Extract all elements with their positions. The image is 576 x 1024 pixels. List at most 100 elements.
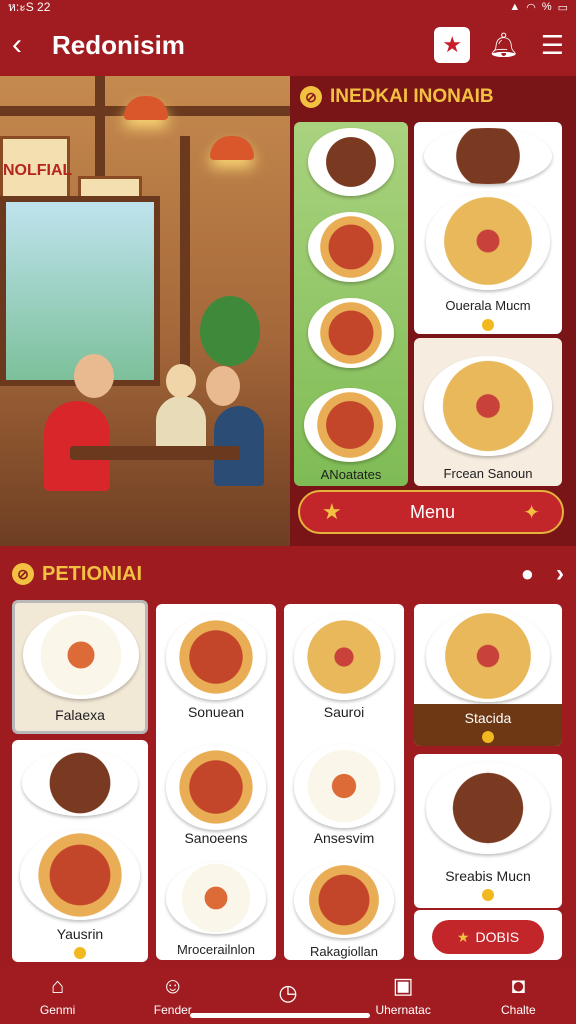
- dish-label-bar: Stacida: [414, 704, 562, 746]
- menu-preview-title: INEDKAI INONAIB: [330, 86, 494, 107]
- food-image: [426, 762, 550, 854]
- menu-button[interactable]: ☰: [541, 30, 564, 61]
- back-button[interactable]: ‹: [12, 28, 48, 62]
- hanging-lamp-icon: [124, 96, 168, 120]
- dish-label: Sauroi: [323, 704, 365, 720]
- food-image: [294, 744, 394, 828]
- menu-preview-panel: ⊘ INEDKAI INONAIB ANoatates Ouerala Mucm…: [290, 76, 576, 546]
- diner-woman-hijab-head: [166, 364, 196, 398]
- food-image: [166, 614, 266, 700]
- plant: [200, 296, 260, 366]
- profile-icon: ☺: [161, 973, 185, 998]
- battery-icon: ▭: [557, 1, 568, 14]
- message-icon: ▣: [392, 973, 414, 998]
- menu-card[interactable]: Frcean Sanoun: [414, 338, 562, 486]
- notification-button[interactable]: 🔔︎: [488, 31, 518, 60]
- hero-section: NOLFIAL ADRIAN ⊘ INEDKAI INONAIB ANoatat…: [0, 76, 576, 546]
- menu-card-label: Ouerala Mucm: [445, 298, 531, 313]
- section-title: PETIONIAI: [42, 562, 143, 585]
- dining-table: [70, 446, 240, 460]
- rating-coin-icon: [12, 944, 148, 960]
- star-icon: ★: [456, 928, 470, 945]
- bag-icon: ◘: [511, 973, 525, 998]
- dish-label: Rakagiollan: [310, 944, 378, 959]
- signal-icon: ▲: [509, 1, 521, 13]
- hamburger-icon: ☰: [540, 29, 564, 60]
- nav-home[interactable]: ⌂ Genmi: [8, 973, 108, 1017]
- status-icons: ▲ ◠ % ▭: [509, 1, 568, 14]
- dish-label: Sonuean: [187, 704, 245, 720]
- profile-button[interactable]: ●: [521, 561, 534, 587]
- home-indicator[interactable]: [190, 1013, 370, 1018]
- food-image: [308, 298, 394, 368]
- food-image: [304, 388, 396, 462]
- diner-woman-head: [206, 366, 240, 406]
- rating-coin-icon: [414, 886, 562, 902]
- rating-coin-icon: [414, 728, 562, 744]
- section-header: ⊘ PETIONIAI ● ›: [12, 558, 564, 590]
- menu-button[interactable]: ★ Menu ✦: [298, 490, 564, 534]
- user-icon: ●: [520, 561, 534, 586]
- dish-card[interactable]: Sreabis Mucn: [414, 754, 562, 908]
- favorite-button[interactable]: ★: [434, 27, 471, 63]
- dish-label: Ansesvim: [313, 830, 375, 846]
- dish-grid: Falaexa Yausrin Sonuean Sanoeens Mrocera…: [0, 598, 576, 964]
- food-image: [166, 862, 266, 934]
- food-image: [166, 744, 266, 830]
- menu-card-label: Frcean Sanoun: [443, 466, 533, 481]
- food-image: [424, 128, 552, 184]
- nav-history[interactable]: ◷: [238, 980, 338, 1010]
- food-image: [426, 192, 550, 290]
- food-image: [294, 614, 394, 700]
- food-image: [22, 750, 138, 816]
- wifi-icon: ◠: [526, 1, 536, 14]
- nav-bag[interactable]: ◘ Chalte: [468, 973, 568, 1017]
- star-icon: ★: [322, 499, 342, 524]
- clock-icon: ◷: [278, 980, 298, 1005]
- nav-label: Chalte: [501, 1003, 536, 1017]
- food-image: [424, 356, 552, 456]
- dish-label: Yausrin: [56, 926, 104, 942]
- menu-preview-heading: ⊘ INEDKAI INONAIB: [300, 86, 494, 108]
- dish-card[interactable]: Sonuean Sanoeens Mrocerailnlon: [156, 604, 276, 960]
- nav-profile[interactable]: ☺ Fender: [123, 973, 223, 1017]
- dish-card[interactable]: Yausrin: [12, 740, 148, 962]
- food-image: [294, 862, 394, 938]
- food-image: [426, 610, 550, 702]
- battery-percent: %: [541, 1, 552, 13]
- nav-label: Uhernatac: [375, 1003, 431, 1017]
- hanging-lamp-icon: [210, 136, 254, 160]
- dish-card[interactable]: Stacida: [414, 604, 562, 746]
- thumbs-up-icon: ✦: [523, 501, 540, 524]
- star-icon: ★: [442, 32, 463, 57]
- status-bar: ห:ะS 22 ▲ ◠ % ▭: [0, 0, 576, 14]
- dish-badge-icon: ⊘: [300, 86, 322, 108]
- nav-label: Genmi: [39, 1003, 76, 1017]
- nav-label: Fender: [153, 1003, 192, 1017]
- dish-label: Sanoeens: [184, 830, 248, 846]
- home-icon: ⌂: [50, 973, 65, 998]
- dots-button[interactable]: ★ DOBIS: [432, 920, 544, 954]
- page-title: Redonisim: [52, 29, 185, 60]
- nav-messages[interactable]: ▣ Uhernatac: [353, 973, 453, 1017]
- food-image: [308, 128, 394, 196]
- chevron-right-icon: ›: [556, 560, 564, 587]
- food-image: [23, 611, 139, 699]
- dots-button-label: DOBIS: [475, 929, 520, 945]
- food-image: [308, 212, 394, 282]
- rating-coin-icon: [414, 316, 562, 331]
- diner-man-head: [74, 354, 114, 398]
- dish-label: Mrocerailnlon: [176, 942, 256, 957]
- menu-card[interactable]: Ouerala Mucm: [414, 122, 562, 334]
- menu-button-label: Menu: [409, 501, 455, 522]
- window: [0, 196, 160, 386]
- app-bar: ‹ Redonisim ★ 🔔︎ ☰: [0, 14, 576, 76]
- dish-card[interactable]: Falaexa: [12, 600, 148, 734]
- dish-label: Stacida: [464, 710, 512, 726]
- see-more-button[interactable]: ›: [556, 560, 564, 588]
- food-image: [20, 830, 140, 920]
- dish-card[interactable]: Sauroi Ansesvim Rakagiollan: [284, 604, 404, 960]
- dish-label: Sreabis Mucn: [445, 868, 531, 884]
- appetizer-column[interactable]: ANoatates: [294, 122, 408, 486]
- dish-label: Falaexa: [55, 707, 105, 723]
